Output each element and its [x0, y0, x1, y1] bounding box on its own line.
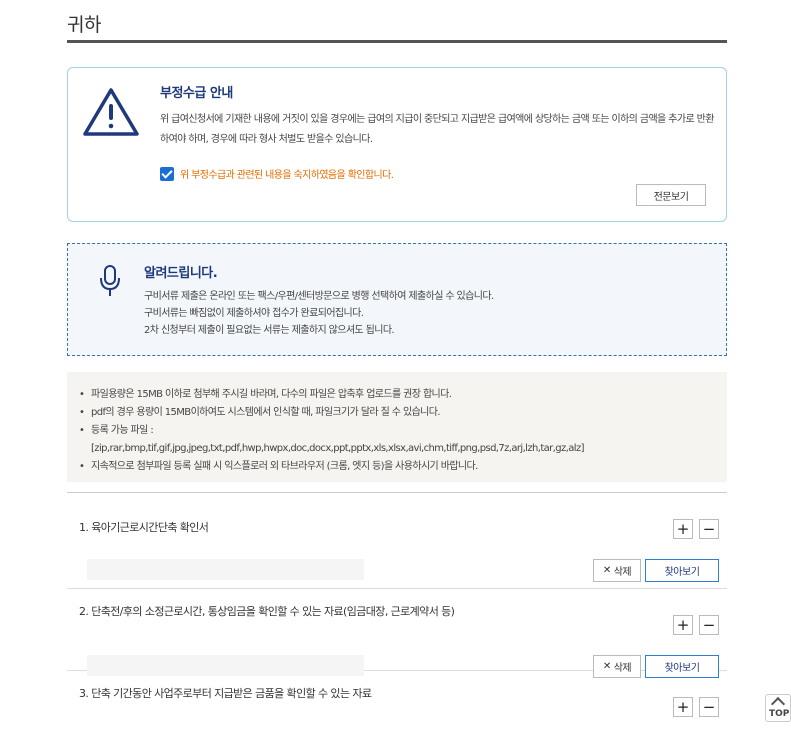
fraud-confirm-label[interactable]: 위 부정수급과 관련된 내용을 숙지하였음을 확인합니다.: [180, 166, 394, 181]
file-row: 2. 단축전/후의 소정근로시간, 통상임금을 확인할 수 있는 자료(임금대장…: [67, 589, 727, 678]
info-item: 파일용량은 15MB 이하로 첨부해 주시길 바라며, 다수의 파일은 압축후 …: [79, 386, 584, 404]
close-icon: ✕: [602, 565, 611, 576]
add-file-button[interactable]: +: [673, 697, 693, 717]
browse-file-button[interactable]: 찾아보기: [645, 559, 719, 582]
file-upload-section: 1. 육아기근로시간단축 확인서 + − ✕ 삭제 찾아보기 2. 단축전/후의…: [67, 492, 727, 736]
notice-line: 구비서류는 빠짐없이 제출하셔야 접수가 완료되어집니다.: [144, 308, 364, 319]
notice-lines: 구비서류 제출은 온라인 또는 팩스/우편/센터방문으로 병행 선택하여 제출하…: [144, 288, 494, 339]
info-item: pdf의 경우 용량이 15MB이하여도 시스템에서 인식할 때, 파일크기가 …: [79, 404, 584, 422]
page-title: 귀하: [67, 14, 101, 36]
file-row-label: 3. 단축 기간동안 사업주로부터 지급받은 금품을 확인할 수 있는 자료: [79, 687, 372, 700]
file-row-label: 1. 육아기근로시간단축 확인서: [79, 521, 209, 534]
file-path-field[interactable]: [87, 559, 364, 580]
remove-file-button[interactable]: −: [699, 615, 719, 635]
file-row-label: 2. 단축전/후의 소정근로시간, 통상임금을 확인할 수 있는 자료(임금대장…: [79, 605, 455, 618]
info-item: 등록 가능 파일 :: [79, 422, 584, 440]
scroll-top-button[interactable]: TOP: [765, 694, 791, 722]
info-item: 지속적으로 첨부파일 등록 실패 시 익스플로러 외 타브라우저 (크롬, 엣지…: [79, 458, 584, 476]
fraud-confirm-checkbox[interactable]: [160, 166, 174, 181]
warning-triangle-icon: [83, 88, 139, 136]
upload-info-box: 파일용량은 15MB 이하로 첨부해 주시길 바라며, 다수의 파일은 압축후 …: [67, 372, 727, 482]
notice-line: 2차 신청부터 제출이 필요없는 서류는 제출하지 않으셔도 됩니다.: [144, 325, 395, 336]
title-divider: [67, 40, 727, 43]
scroll-top-label: TOP: [769, 709, 790, 719]
full-text-button[interactable]: 전문보기: [636, 184, 706, 206]
delete-file-button[interactable]: ✕ 삭제: [593, 559, 641, 582]
fraud-warning-description: 위 급여신청서에 기재한 내용에 거짓이 있을 경우에는 급여의 지급이 중단되…: [160, 114, 714, 145]
microphone-icon: [100, 265, 120, 296]
add-file-button[interactable]: +: [673, 615, 693, 635]
delete-label: 삭제: [613, 567, 632, 578]
remove-file-button[interactable]: −: [699, 519, 719, 539]
notice-title: 알려드립니다.: [144, 266, 218, 281]
upload-info-list: 파일용량은 15MB 이하로 첨부해 주시길 바라며, 다수의 파일은 압축후 …: [79, 386, 585, 476]
fraud-warning-box: 부정수급 안내 위 급여신청서에 기재한 내용에 거짓이 있을 경우에는 급여의…: [67, 67, 727, 222]
info-item-file-types: [zip,rar,bmp,tif,gif,jpg,jpeg,txt,pdf,hw…: [91, 443, 585, 454]
notice-box: 알려드립니다. 구비서류 제출은 온라인 또는 팩스/우편/센터방문으로 병행 …: [67, 243, 727, 356]
add-file-button[interactable]: +: [673, 519, 693, 539]
notice-line: 구비서류 제출은 온라인 또는 팩스/우편/센터방문으로 병행 선택하여 제출하…: [144, 291, 494, 302]
fraud-warning-title: 부정수급 안내: [160, 86, 233, 101]
fraud-confirm-checkbox-row[interactable]: 위 부정수급과 관련된 내용을 숙지하였음을 확인합니다.: [160, 166, 394, 181]
file-row: 1. 육아기근로시간단축 확인서 + − ✕ 삭제 찾아보기: [67, 493, 727, 589]
remove-file-button[interactable]: −: [699, 697, 719, 717]
file-row: 3. 단축 기간동안 사업주로부터 지급받은 금품을 확인할 수 있는 자료 +…: [67, 671, 727, 736]
